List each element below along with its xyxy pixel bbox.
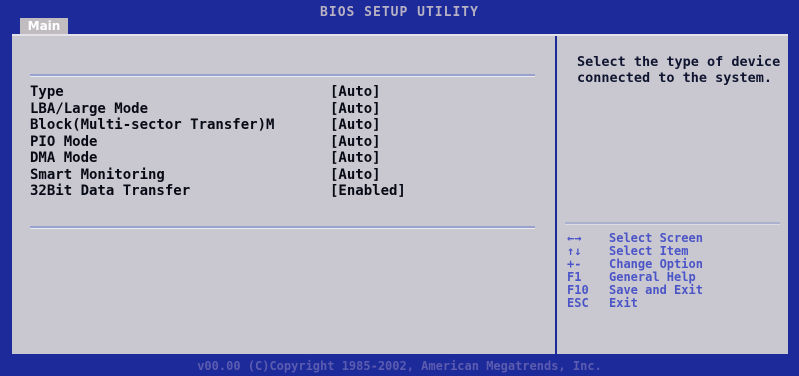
setting-row-type[interactable]: Type [Auto] xyxy=(30,84,540,101)
setting-value[interactable]: [Enabled] xyxy=(330,183,406,200)
setting-label: DMA Mode xyxy=(30,150,98,166)
setting-row-dma-mode[interactable]: DMA Mode [Auto] xyxy=(30,150,540,167)
key-esc: ESC xyxy=(567,296,589,310)
key-description: Exit xyxy=(609,296,638,310)
setting-value[interactable]: [Auto] xyxy=(330,117,381,134)
key-legend-row: F10 Save and Exit xyxy=(567,284,782,297)
key-legend: ←→ Select Screen ↑↓ Select Item +- Chang… xyxy=(567,232,782,310)
setting-row-32bit-data-transfer[interactable]: 32Bit Data Transfer [Enabled] xyxy=(30,183,540,200)
setting-row-lba-large-mode[interactable]: LBA/Large Mode [Auto] xyxy=(30,101,540,118)
setting-label: Block(Multi-sector Transfer)M xyxy=(30,117,275,133)
setting-label: 32Bit Data Transfer xyxy=(30,183,191,199)
bios-frame: Type [Auto] LBA/Large Mode [Auto] Block(… xyxy=(12,34,788,354)
copyright-footer: v00.00 (C)Copyright 1985-2002, American … xyxy=(197,359,602,373)
setting-row-pio-mode[interactable]: PIO Mode [Auto] xyxy=(30,134,540,151)
setting-row-smart-monitoring[interactable]: Smart Monitoring [Auto] xyxy=(30,167,540,184)
top-divider xyxy=(30,74,535,76)
setting-label: LBA/Large Mode xyxy=(30,100,149,117)
settings-list: Type [Auto] LBA/Large Mode [Auto] Block(… xyxy=(30,84,540,200)
title-bar: BIOS SETUP UTILITY Main xyxy=(0,0,799,34)
setting-value[interactable]: [Auto] xyxy=(330,167,381,184)
help-panel: Select the type of device connected to t… xyxy=(557,36,788,354)
help-divider xyxy=(565,222,780,224)
setting-label: Type xyxy=(30,84,64,100)
setting-label: PIO Mode xyxy=(30,133,98,150)
setting-value[interactable]: [Auto] xyxy=(330,84,381,101)
help-text: Select the type of device connected to t… xyxy=(577,54,781,86)
setting-value[interactable]: [Auto] xyxy=(330,150,381,167)
key-legend-row: ESC Exit xyxy=(567,297,782,310)
settings-panel: Type [Auto] LBA/Large Mode [Auto] Block(… xyxy=(12,36,557,354)
bottom-divider xyxy=(30,226,535,228)
setting-label: Smart Monitoring xyxy=(30,166,165,183)
tab-main[interactable]: Main xyxy=(20,18,68,34)
setting-value[interactable]: [Auto] xyxy=(330,101,381,118)
bios-title: BIOS SETUP UTILITY xyxy=(320,5,479,20)
setting-row-block-transfer[interactable]: Block(Multi-sector Transfer)M [Auto] xyxy=(30,117,540,134)
setting-value[interactable]: [Auto] xyxy=(330,134,381,151)
